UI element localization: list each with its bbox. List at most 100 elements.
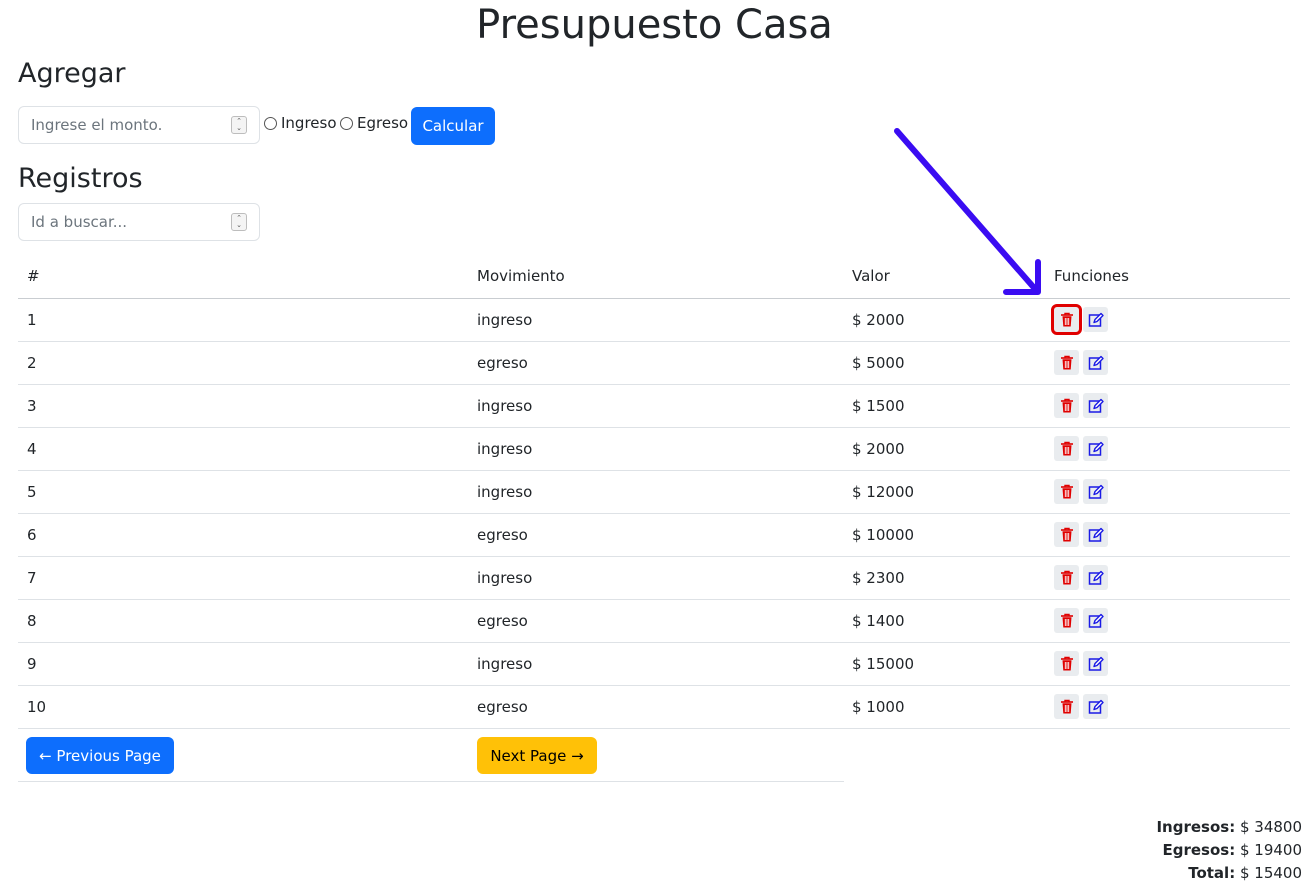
row-actions (1045, 513, 1290, 557)
search-id-input[interactable]: Id a buscar... ⌃ ⌄ (18, 203, 260, 241)
grand-total: Total: $ 15400 (1156, 862, 1302, 885)
row-value: $ 1500 (843, 384, 1045, 428)
table-row: 3 ingreso $ 1500 (18, 384, 1290, 428)
row-actions (1045, 384, 1290, 428)
column-header-functions: Funciones (1045, 255, 1290, 299)
row-actions (1045, 298, 1290, 342)
edit-button[interactable] (1083, 694, 1108, 719)
edit-icon (1088, 355, 1104, 370)
add-section-heading: Agregar (18, 58, 126, 89)
row-id: 6 (18, 513, 468, 557)
row-actions (1045, 642, 1290, 686)
edit-button[interactable] (1083, 522, 1108, 547)
row-movement: egreso (468, 513, 843, 557)
income-total: Ingresos: $ 34800 (1156, 816, 1302, 839)
records-table: # Movimiento Valor Funciones 1 ingreso $ 2… (18, 255, 1290, 729)
row-value: $ 10000 (843, 513, 1045, 557)
radio-income-circle[interactable] (264, 116, 277, 130)
row-id: 5 (18, 470, 468, 514)
row-actions (1045, 341, 1290, 385)
row-value: $ 15000 (843, 642, 1045, 686)
row-actions (1045, 556, 1290, 600)
amount-input[interactable]: Ingrese el monto. ⌃ ⌄ (18, 106, 260, 144)
column-header-value: Valor (843, 255, 1045, 299)
edit-icon (1088, 699, 1104, 714)
row-id: 4 (18, 427, 468, 471)
delete-button[interactable] (1054, 522, 1079, 547)
radio-income[interactable]: Ingreso (264, 114, 337, 132)
edit-icon (1088, 484, 1104, 499)
edit-button[interactable] (1083, 651, 1108, 676)
trash-icon (1060, 355, 1073, 369)
table-row: 6 egreso $ 10000 (18, 513, 1290, 557)
expense-total: Egresos: $ 19400 (1156, 839, 1302, 862)
delete-button[interactable] (1054, 350, 1079, 375)
radio-expense[interactable]: Egreso (340, 114, 408, 132)
grand-total-value: $ 15400 (1235, 864, 1302, 882)
table-row: 2 egreso $ 5000 (18, 341, 1290, 385)
row-movement: ingreso (468, 298, 843, 342)
edit-icon (1088, 441, 1104, 456)
edit-icon (1088, 312, 1104, 327)
row-id: 8 (18, 599, 468, 643)
delete-button[interactable] (1054, 393, 1079, 418)
search-stepper-icon[interactable]: ⌃ ⌄ (231, 213, 247, 231)
row-value: $ 2000 (843, 298, 1045, 342)
row-value: $ 2000 (843, 427, 1045, 471)
delete-button[interactable] (1054, 479, 1079, 504)
delete-button[interactable] (1054, 694, 1079, 719)
page-title: Presupuesto Casa (476, 2, 833, 48)
delete-button[interactable] (1054, 651, 1079, 676)
row-value: $ 12000 (843, 470, 1045, 514)
table-row: 1 ingreso $ 2000 (18, 298, 1290, 342)
totals-summary: Ingresos: $ 34800 Egresos: $ 19400 Total… (1156, 816, 1302, 885)
table-header-row: # Movimiento Valor Funciones (18, 255, 1290, 299)
row-movement: egreso (468, 599, 843, 643)
records-section-heading: Registros (18, 163, 143, 194)
edit-icon (1088, 656, 1104, 671)
row-value: $ 5000 (843, 341, 1045, 385)
row-movement: ingreso (468, 556, 843, 600)
delete-button[interactable] (1054, 436, 1079, 461)
trash-icon (1060, 699, 1073, 713)
table-row: 5 ingreso $ 12000 (18, 470, 1290, 514)
table-row: 8 egreso $ 1400 (18, 599, 1290, 643)
row-actions (1045, 599, 1290, 643)
edit-button[interactable] (1083, 307, 1108, 332)
table-row: 9 ingreso $ 15000 (18, 642, 1290, 686)
amount-stepper-icon[interactable]: ⌃ ⌄ (231, 116, 247, 134)
trash-icon (1060, 312, 1073, 326)
radio-expense-circle[interactable] (340, 116, 353, 130)
radio-expense-label: Egreso (357, 114, 409, 132)
income-total-value: $ 34800 (1235, 818, 1302, 836)
edit-icon (1088, 570, 1104, 585)
row-actions (1045, 427, 1290, 471)
search-id-placeholder: Id a buscar... (31, 213, 128, 231)
row-movement: ingreso (468, 384, 843, 428)
row-actions (1045, 685, 1290, 729)
row-movement: ingreso (468, 642, 843, 686)
row-id: 10 (18, 685, 468, 729)
row-id: 1 (18, 298, 468, 342)
calculate-button[interactable]: Calcular (411, 107, 495, 145)
edit-button[interactable] (1083, 608, 1108, 633)
edit-button[interactable] (1083, 565, 1108, 590)
row-movement: egreso (468, 341, 843, 385)
delete-button[interactable] (1054, 565, 1079, 590)
row-actions (1045, 470, 1290, 514)
radio-income-label: Ingreso (281, 114, 337, 132)
row-id: 3 (18, 384, 468, 428)
table-row: 10 egreso $ 1000 (18, 685, 1290, 729)
row-value: $ 1000 (843, 685, 1045, 729)
edit-button[interactable] (1083, 393, 1108, 418)
row-id: 9 (18, 642, 468, 686)
edit-button[interactable] (1083, 350, 1108, 375)
edit-button[interactable] (1083, 436, 1108, 461)
next-page-button[interactable]: Next Page → (477, 737, 597, 774)
edit-button[interactable] (1083, 479, 1108, 504)
row-id: 7 (18, 556, 468, 600)
edit-icon (1088, 398, 1104, 413)
delete-button[interactable] (1054, 608, 1079, 633)
previous-page-button[interactable]: ← Previous Page (26, 737, 174, 774)
delete-button[interactable] (1051, 304, 1082, 335)
